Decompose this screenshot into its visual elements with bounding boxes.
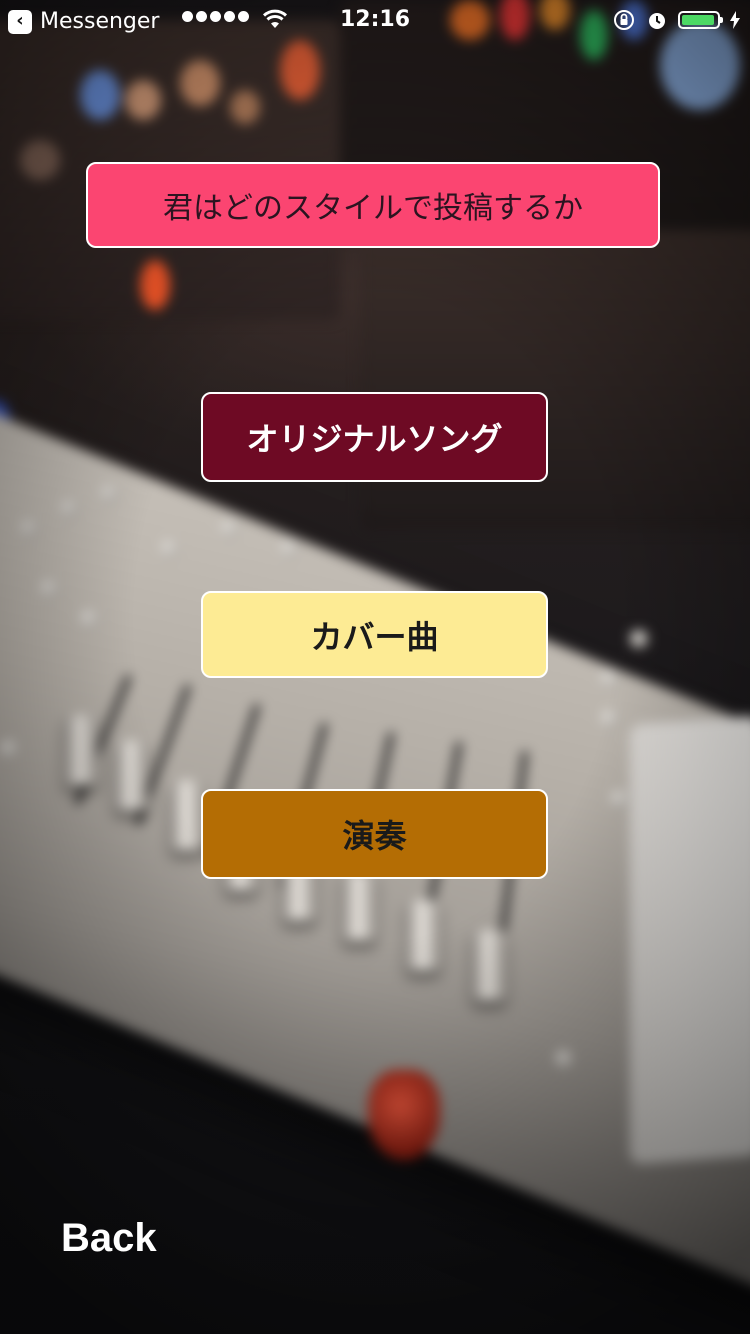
performance-button[interactable]: 演奏	[201, 789, 548, 879]
original-song-label: オリジナルソング	[246, 420, 503, 458]
style-question-banner: 君はどのスタイルで投稿するか	[86, 162, 660, 248]
cover-song-label: カバー曲	[310, 617, 439, 656]
original-song-button[interactable]: オリジナルソング	[201, 392, 548, 482]
battery-icon	[678, 11, 723, 29]
rotation-lock-icon	[614, 10, 634, 30]
performance-label: 演奏	[342, 817, 407, 855]
back-button[interactable]: Back	[61, 1216, 157, 1261]
cover-song-button[interactable]: カバー曲	[201, 591, 548, 678]
style-question-text: 君はどのスタイルで投稿するか	[163, 191, 583, 226]
alarm-icon	[649, 13, 665, 29]
status-bar: ‹ Messenger 12:16	[0, 0, 750, 40]
charging-bolt-icon	[730, 11, 740, 29]
